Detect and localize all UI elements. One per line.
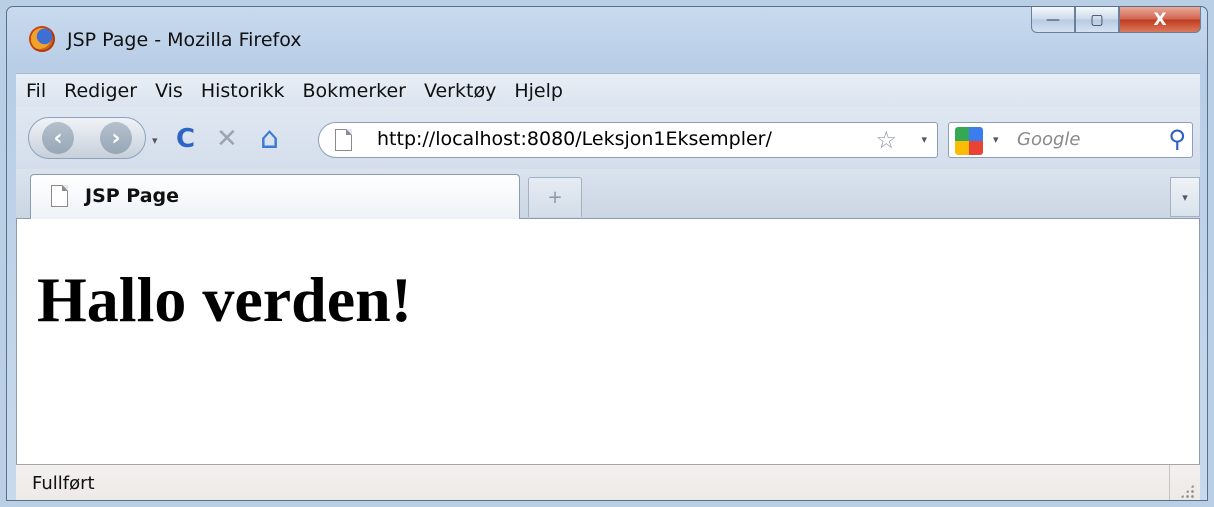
search-bar[interactable]: ▾ Google ⚲	[948, 122, 1193, 158]
browser-window: JSP Page - Mozilla Firefox — ▢ X Fil Red…	[6, 6, 1208, 501]
search-input[interactable]: Google	[1017, 129, 1080, 150]
tab-jsp-page[interactable]: JSP Page	[30, 174, 520, 219]
title-bar[interactable]: JSP Page - Mozilla Firefox — ▢ X	[7, 7, 1207, 67]
navigation-toolbar: ‹ › ▾ C ✕ ⌂ http://localhost:8080/Leksjo…	[16, 107, 1200, 169]
tab-bar: JSP Page + ▾	[16, 169, 1200, 219]
site-identity-icon[interactable]	[335, 129, 352, 151]
menu-bar: Fil Rediger Vis Historikk Bokmerker Verk…	[16, 73, 1200, 107]
status-divider	[1169, 465, 1170, 500]
bookmark-star-icon[interactable]: ☆	[875, 126, 897, 154]
menu-item-vis[interactable]: Vis	[155, 80, 183, 102]
search-engine-dropdown-icon[interactable]: ▾	[993, 133, 999, 146]
stop-icon[interactable]: ✕	[216, 124, 238, 154]
page-content: Hallo verden!	[16, 219, 1200, 464]
address-bar[interactable]: http://localhost:8080/Leksjon1Eksempler/…	[318, 122, 938, 158]
tab-page-icon	[51, 185, 68, 207]
page-heading: Hallo verden!	[37, 264, 413, 335]
firefox-logo-icon	[29, 26, 55, 52]
reload-icon[interactable]: C	[176, 124, 195, 154]
menu-item-hjelp[interactable]: Hjelp	[514, 80, 563, 102]
tab-label: JSP Page	[85, 185, 180, 207]
url-field[interactable]: http://localhost:8080/Leksjon1Eksempler/	[377, 128, 772, 150]
chevron-down-icon: ▾	[1182, 190, 1188, 204]
window-controls: — ▢ X	[1031, 7, 1201, 35]
status-bar: Fullført	[16, 464, 1200, 500]
google-icon[interactable]	[955, 127, 983, 155]
new-tab-button[interactable]: +	[528, 177, 582, 217]
close-icon: X	[1153, 9, 1167, 30]
history-dropdown-icon[interactable]: ▾	[152, 134, 158, 147]
url-dropdown-icon[interactable]: ▾	[921, 133, 927, 146]
home-icon[interactable]: ⌂	[260, 121, 279, 156]
minimize-button[interactable]: —	[1031, 7, 1075, 33]
forward-button[interactable]: ›	[100, 122, 132, 154]
resize-grip-icon[interactable]	[1180, 484, 1194, 498]
menu-item-historikk[interactable]: Historikk	[201, 80, 285, 102]
close-button[interactable]: X	[1119, 7, 1201, 33]
menu-item-bokmerker[interactable]: Bokmerker	[302, 80, 406, 102]
search-icon[interactable]: ⚲	[1168, 125, 1186, 153]
tab-list-button[interactable]: ▾	[1170, 177, 1200, 217]
back-button[interactable]: ‹	[42, 122, 74, 154]
minimize-icon: —	[1046, 11, 1060, 28]
maximize-button[interactable]: ▢	[1075, 7, 1119, 33]
plus-icon: +	[547, 187, 563, 208]
status-text: Fullført	[32, 473, 95, 494]
window-title: JSP Page - Mozilla Firefox	[67, 29, 302, 51]
maximize-icon: ▢	[1090, 11, 1104, 28]
back-forward-group: ‹ ›	[28, 117, 146, 159]
menu-item-rediger[interactable]: Rediger	[64, 80, 137, 102]
menu-item-verktoy[interactable]: Verktøy	[424, 80, 496, 102]
menu-item-fil[interactable]: Fil	[26, 80, 46, 102]
